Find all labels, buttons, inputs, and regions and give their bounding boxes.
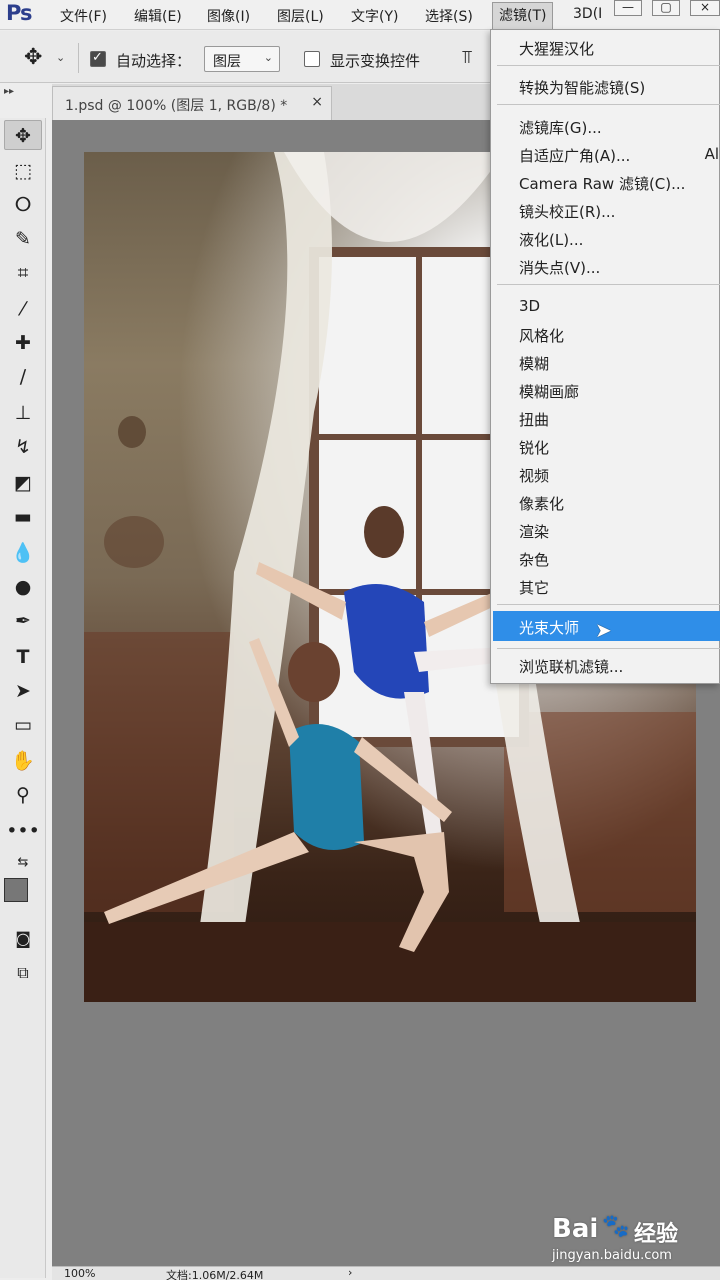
show-transform-checkbox[interactable]	[304, 51, 320, 67]
menu-layer[interactable]: 图层(L)	[277, 6, 324, 26]
marquee-tool-icon[interactable]: ⬚	[4, 156, 42, 186]
menu-type[interactable]: 文字(Y)	[351, 6, 398, 26]
menu-item-adaptive-wide-angle[interactable]: 自适应广角(A)...	[519, 145, 630, 166]
menu-3d[interactable]: 3D(I	[573, 6, 602, 22]
cursor-icon: ➤	[595, 618, 612, 642]
dodge-tool-icon[interactable]: ●	[4, 572, 42, 602]
watermark-brand: Bai	[552, 1214, 599, 1244]
watermark-url: jingyan.baidu.com	[552, 1248, 672, 1263]
menu-item-blur-gallery[interactable]: 模糊画廊	[519, 381, 579, 402]
menu-image[interactable]: 图像(I)	[207, 6, 250, 26]
menu-item-sharpen[interactable]: 锐化	[519, 437, 549, 458]
menu-file[interactable]: 文件(F)	[60, 6, 107, 26]
auto-select-target-value: 图层	[213, 54, 241, 70]
menu-select[interactable]: 选择(S)	[425, 6, 473, 26]
quick-select-tool-icon[interactable]: ✎	[4, 224, 42, 254]
eraser-tool-icon[interactable]: ◩	[4, 468, 42, 498]
watermark-brand-suffix: 经验	[634, 1222, 679, 1247]
move-tool-icon[interactable]: ✥	[24, 45, 42, 70]
auto-select-checkbox[interactable]	[90, 50, 106, 67]
move-tool-icon[interactable]: ✥	[4, 120, 42, 150]
divider	[78, 43, 79, 73]
menu-separator	[497, 648, 720, 649]
menu-item-camera-raw[interactable]: Camera Raw 滤镜(C)...	[519, 173, 685, 194]
photoshop-logo: Ps	[6, 1, 33, 25]
rectangle-tool-icon[interactable]: ▭	[4, 710, 42, 740]
menu-item-render[interactable]: 渲染	[519, 521, 549, 542]
menu-item-distort[interactable]: 扭曲	[519, 409, 549, 430]
filter-menu-dropdown: 大猩猩汉化 转换为智能滤镜(S) 滤镜库(G)... 自适应广角(A)... A…	[490, 29, 720, 684]
close-tab-icon[interactable]: ×	[311, 94, 323, 110]
healing-brush-tool-icon[interactable]: ✚	[4, 328, 42, 358]
swap-colors-icon[interactable]: ⇆	[4, 848, 42, 878]
menu-item-lens-correction[interactable]: 镜头校正(R)...	[519, 201, 615, 222]
baidu-jingyan-watermark: Bai 🐾 经验 jingyan.baidu.com	[552, 1214, 712, 1270]
menu-item-browse-online-filters[interactable]: 浏览联机滤镜...	[519, 656, 623, 677]
paw-icon: 🐾	[602, 1214, 630, 1239]
history-brush-tool-icon[interactable]: ↯	[4, 432, 42, 462]
foreground-color-swatch[interactable]	[4, 878, 28, 902]
path-select-tool-icon[interactable]: ➤	[4, 676, 42, 706]
show-transform-label: 显示变换控件	[330, 52, 421, 70]
menu-item-blur[interactable]: 模糊	[519, 353, 549, 374]
menu-item-filter-gallery[interactable]: 滤镜库(G)...	[519, 117, 602, 138]
type-tool-icon[interactable]: T	[4, 642, 42, 672]
more-tools-icon[interactable]: •••	[4, 816, 42, 846]
brush-tool-icon[interactable]: ∕	[4, 362, 42, 392]
menu-item-convert-smart-filter[interactable]: 转换为智能滤镜(S)	[519, 77, 645, 98]
menu-bar: Ps 文件(F) 编辑(E) 图像(I) 图层(L) 文字(Y) 选择(S) 滤…	[0, 0, 720, 31]
menu-separator	[497, 604, 720, 605]
menu-separator	[497, 104, 720, 105]
menu-item-liquify[interactable]: 液化(L)...	[519, 229, 583, 250]
menu-item-vanishing-point[interactable]: 消失点(V)...	[519, 257, 600, 278]
quick-mask-icon[interactable]: ◙	[4, 924, 42, 954]
menu-item-gorilla-localization[interactable]: 大猩猩汉化	[519, 38, 594, 59]
menu-filter[interactable]: 滤镜(T)	[492, 2, 554, 31]
document-tab-title: 1.psd @ 100% (图层 1, RGB/8) *	[65, 98, 288, 114]
lasso-tool-icon[interactable]: ⵔ	[4, 190, 42, 220]
menu-item-beam-master[interactable]: 光束大师	[519, 617, 579, 638]
menu-separator	[497, 65, 720, 66]
status-menu-arrow-icon[interactable]: ›	[348, 1266, 352, 1279]
align-top-icon[interactable]: ⫪	[462, 47, 472, 68]
menu-item-pixelate[interactable]: 像素化	[519, 493, 564, 514]
menu-item-noise[interactable]: 杂色	[519, 549, 549, 570]
eyedropper-tool-icon[interactable]: ⁄	[4, 294, 42, 324]
chevron-down-icon[interactable]: ⌄	[56, 51, 65, 64]
hand-tool-icon[interactable]: ✋	[4, 746, 42, 776]
panel-collapse-icon[interactable]: ▸▸	[4, 86, 14, 97]
menu-edit[interactable]: 编辑(E)	[134, 6, 182, 26]
maximize-icon[interactable]: ▢	[652, 0, 680, 16]
chevron-down-icon: ⌄	[263, 51, 273, 64]
close-window-icon[interactable]: ×	[690, 0, 720, 16]
auto-select-target-select[interactable]: 图层 ⌄	[204, 46, 280, 72]
menu-item-3d[interactable]: 3D	[519, 297, 540, 315]
pen-tool-icon[interactable]: ✒	[4, 606, 42, 636]
minimize-icon[interactable]: —	[614, 0, 642, 16]
gradient-tool-icon[interactable]: ▬	[4, 502, 42, 532]
menu-separator	[497, 284, 720, 285]
auto-select-label: 自动选择：	[116, 52, 192, 70]
zoom-level[interactable]: 100%	[64, 1267, 95, 1280]
menu-item-stylize[interactable]: 风格化	[519, 325, 564, 346]
menu-item-video[interactable]: 视频	[519, 465, 549, 486]
crop-tool-icon[interactable]: ⌗	[4, 258, 42, 288]
zoom-tool-icon[interactable]: ⚲	[4, 780, 42, 810]
document-size-info: 文档:1.06M/2.64M	[166, 1269, 264, 1280]
blur-tool-icon[interactable]: 💧	[4, 538, 42, 568]
tools-panel: ✥ ⬚ ⵔ ✎ ⌗ ⁄ ✚ ∕ ⊥ ↯ ◩ ▬ 💧 ● ✒ T ➤ ▭ ✋ ⚲ …	[0, 118, 46, 1278]
screen-mode-icon[interactable]: ⧉	[4, 958, 42, 988]
document-tab[interactable]: 1.psd @ 100% (图层 1, RGB/8) * ×	[52, 86, 332, 120]
clone-stamp-tool-icon[interactable]: ⊥	[4, 398, 42, 428]
shortcut-label: Al	[704, 145, 719, 163]
menu-item-other[interactable]: 其它	[519, 577, 549, 598]
